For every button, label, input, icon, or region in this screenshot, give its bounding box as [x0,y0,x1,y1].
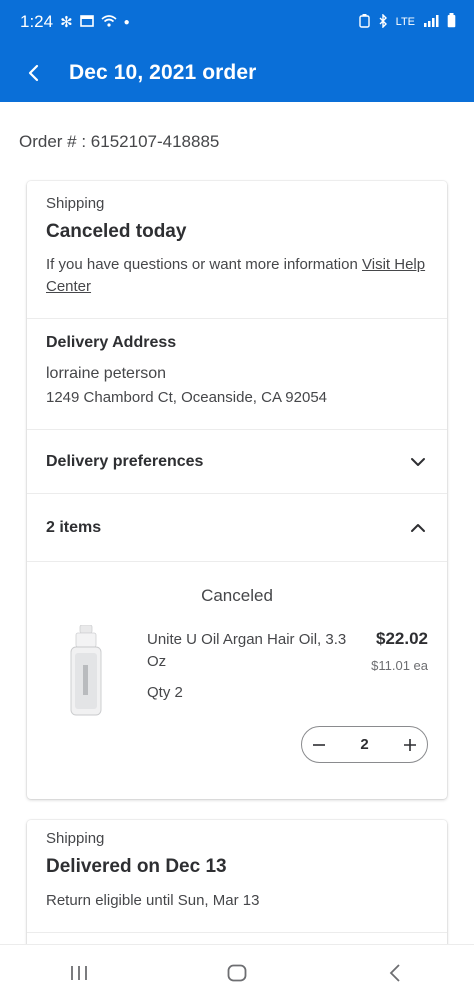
shipping-status-2: Delivered on Dec 13 [46,856,227,877]
system-nav-bar [0,944,474,1000]
notification-dot-icon: ● [123,16,130,28]
address-line: 1249 Chambord Ct, Oceanside, CA 92054 [46,389,328,406]
calendar-icon [79,12,94,32]
item-name[interactable]: Unite U Oil Argan Hair Oil, 3.3 Oz [147,629,367,673]
bluetooth-icon [378,12,388,31]
status-time: 1:24 [20,12,54,31]
recent-apps-icon [71,965,87,980]
order-card-canceled: Shipping Canceled today If you have ques… [27,181,447,799]
status-left: 1:24 ✻ ● [20,12,130,32]
increment-button[interactable] [397,732,423,758]
chevron-down-icon[interactable] [408,452,428,472]
recent-apps-button[interactable] [49,953,109,993]
help-text: If you have questions or want more infor… [46,254,428,298]
shipping-label: Shipping [46,195,105,212]
decrement-button[interactable] [306,732,332,758]
battery-icon [447,13,456,31]
quantity-stepper: 2 [301,726,428,763]
shipping-status-section: Shipping Canceled today If you have ques… [27,181,447,319]
item-price: $22.02 [376,629,428,648]
delivery-address-heading: Delivery Address [46,334,177,351]
status-right: LTE [358,12,456,31]
chevron-left-icon [389,963,400,982]
plus-icon [404,738,416,751]
delivery-preferences-row[interactable]: Delivery preferences [27,430,447,494]
status-bar: 1:24 ✻ ● LTE [0,0,474,44]
battery-saver-icon [358,13,370,31]
item-detail: Canceled Unite U Oil Argan Hair Oil, 3.3… [27,562,447,799]
shipping-status-section-2: Shipping Delivered on Dec 13 Return elig… [27,820,447,909]
chevron-left-icon [28,64,39,82]
back-button[interactable] [14,53,54,93]
shipping-status: Canceled today [46,221,187,242]
delivery-preferences-label: Delivery preferences [46,452,204,470]
items-count-label: 2 items [46,518,102,536]
network-label: LTE [395,16,415,28]
fan-icon: ✻ [60,13,73,31]
items-row[interactable]: 2 items [27,494,447,562]
home-button[interactable] [207,953,267,993]
page-title: Dec 10, 2021 order [69,61,257,84]
item-status: Canceled [201,586,273,605]
delivery-address-section: Delivery Address lorraine peterson 1249 … [27,319,447,430]
wifi-icon [101,12,117,32]
quantity-value: 2 [360,736,369,753]
help-text-body: If you have questions or want more infor… [46,256,362,273]
order-number: Order # : 6152107-418885 [19,132,220,151]
signal-icon [423,14,439,30]
item-qty: Qty 2 [147,684,183,701]
item-unit-price: $11.01 ea [371,658,428,673]
chevron-up-icon[interactable] [408,518,428,538]
minus-icon [313,743,325,746]
home-icon [227,964,247,981]
return-eligibility: Return eligible until Sun, Mar 13 [46,892,260,909]
product-image[interactable] [67,624,105,717]
recipient-name: lorraine peterson [46,365,167,382]
system-back-button[interactable] [365,953,425,993]
shipping-label-2: Shipping [46,830,105,847]
divider [27,932,447,933]
app-header: Dec 10, 2021 order [0,44,474,102]
